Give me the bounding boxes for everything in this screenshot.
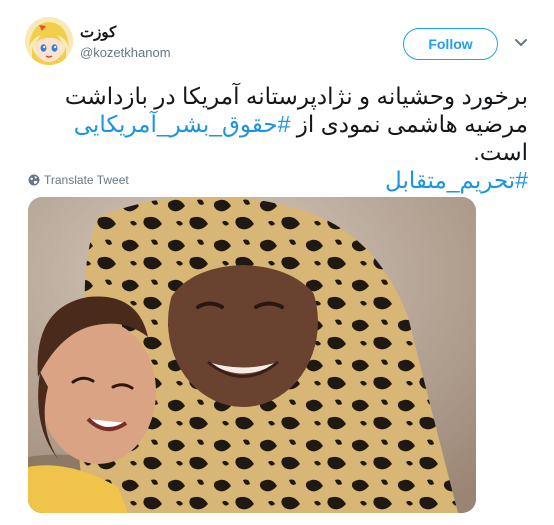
tweet-photo[interactable]: [28, 197, 476, 513]
hashtag-link[interactable]: #تحریم_متقابل: [385, 167, 528, 193]
photo-image: [28, 197, 476, 513]
display-name[interactable]: کوزت: [80, 23, 116, 41]
tweet-header: کوزت @kozetkhanom Follow: [0, 0, 554, 80]
anime-avatar-icon: [25, 17, 73, 65]
chevron-down-icon[interactable]: [514, 38, 528, 48]
translate-tweet-link[interactable]: Translate Tweet: [28, 173, 129, 187]
tweet-text-part2: است.: [473, 139, 528, 165]
hashtag-link[interactable]: #حقوق_بشر_آمریکایی: [74, 111, 291, 137]
follow-button[interactable]: Follow: [403, 28, 498, 60]
translate-label: Translate Tweet: [44, 173, 129, 187]
user-handle[interactable]: @kozetkhanom: [80, 45, 171, 60]
avatar[interactable]: [25, 17, 73, 65]
globe-icon: [28, 174, 40, 186]
